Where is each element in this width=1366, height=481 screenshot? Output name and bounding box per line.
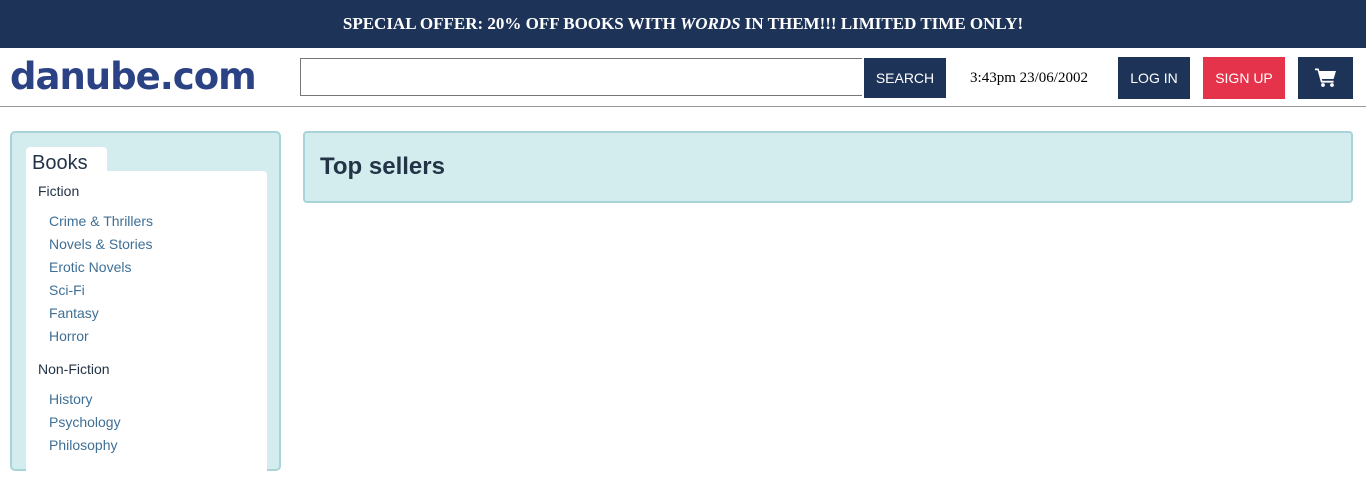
category-link-philosophy[interactable]: Philosophy <box>49 437 118 453</box>
search-button[interactable]: SEARCH <box>864 58 946 98</box>
site-header: danube.com SEARCH 3:43pm 23/06/2002 LOG … <box>0 48 1366 107</box>
promo-banner: SPECIAL OFFER: 20% OFF BOOKS WITH WORDS … <box>0 0 1366 48</box>
category-link-history[interactable]: History <box>49 391 93 407</box>
shopping-cart-icon <box>1314 67 1337 90</box>
search-input[interactable] <box>300 58 862 96</box>
date-time-display: 3:43pm 23/06/2002 <box>970 70 1088 86</box>
top-sellers-title: Top sellers <box>320 153 445 180</box>
fiction-heading: Fiction <box>38 183 80 199</box>
category-link-psychology[interactable]: Psychology <box>49 414 121 430</box>
promo-text-emphasis: WORDS <box>680 14 741 33</box>
category-link-erotic-novels[interactable]: Erotic Novels <box>49 259 131 275</box>
nonfiction-heading: Non-Fiction <box>38 361 110 377</box>
promo-text-prefix: SPECIAL OFFER: 20% OFF BOOKS WITH <box>342 14 681 33</box>
category-link-novels-stories[interactable]: Novels & Stories <box>49 236 152 252</box>
category-link-horror[interactable]: Horror <box>49 328 89 344</box>
promo-text-suffix: IN THEM!!! LIMITED TIME ONLY! <box>740 14 1024 33</box>
cart-button[interactable] <box>1298 57 1353 99</box>
top-sellers-section: Top sellers <box>303 131 1353 203</box>
category-link-fantasy[interactable]: Fantasy <box>49 305 99 321</box>
category-sidebar: Books Fiction Crime & Thrillers Novels &… <box>10 131 281 481</box>
category-link-sci-fi[interactable]: Sci-Fi <box>49 282 85 298</box>
category-link-crime-thrillers[interactable]: Crime & Thrillers <box>49 213 153 229</box>
login-button[interactable]: LOG IN <box>1118 57 1190 99</box>
books-category-panel: Fiction Crime & Thrillers Novels & Stori… <box>26 171 267 481</box>
site-logo[interactable]: danube.com <box>10 54 257 100</box>
signup-button[interactable]: SIGN UP <box>1203 57 1285 99</box>
